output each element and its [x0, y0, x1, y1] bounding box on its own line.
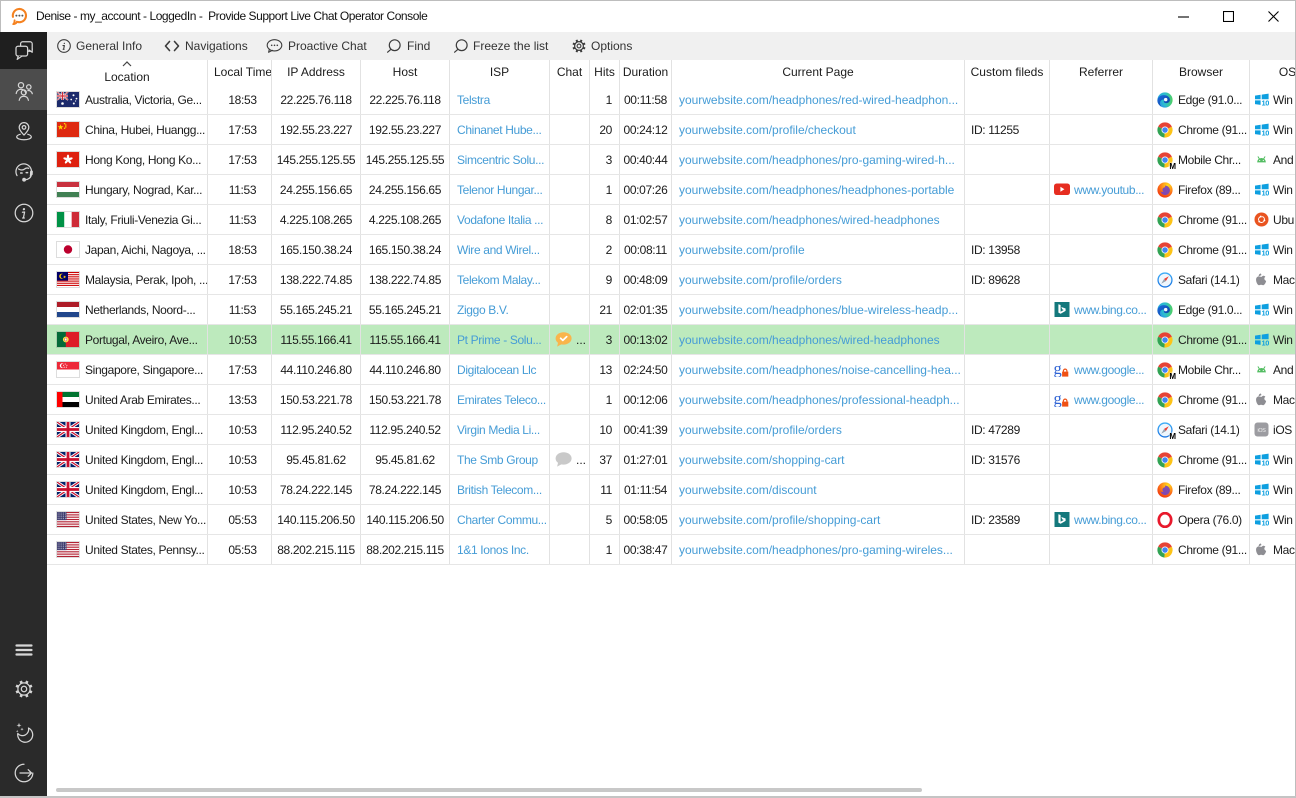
svg-text:10: 10: [1262, 489, 1270, 497]
svg-text:10: 10: [1262, 459, 1270, 467]
svg-text:g: g: [1054, 362, 1062, 377]
svg-text:10: 10: [1262, 99, 1270, 107]
svg-text:iOS: iOS: [1258, 428, 1267, 434]
svg-text:10: 10: [1262, 339, 1270, 347]
svg-text:10: 10: [1262, 309, 1270, 317]
svg-text:10: 10: [1262, 129, 1270, 137]
svg-text:10: 10: [1262, 189, 1270, 197]
svg-text:10: 10: [1262, 519, 1270, 527]
svg-text:g: g: [1054, 392, 1062, 407]
svg-text:10: 10: [1262, 249, 1270, 257]
